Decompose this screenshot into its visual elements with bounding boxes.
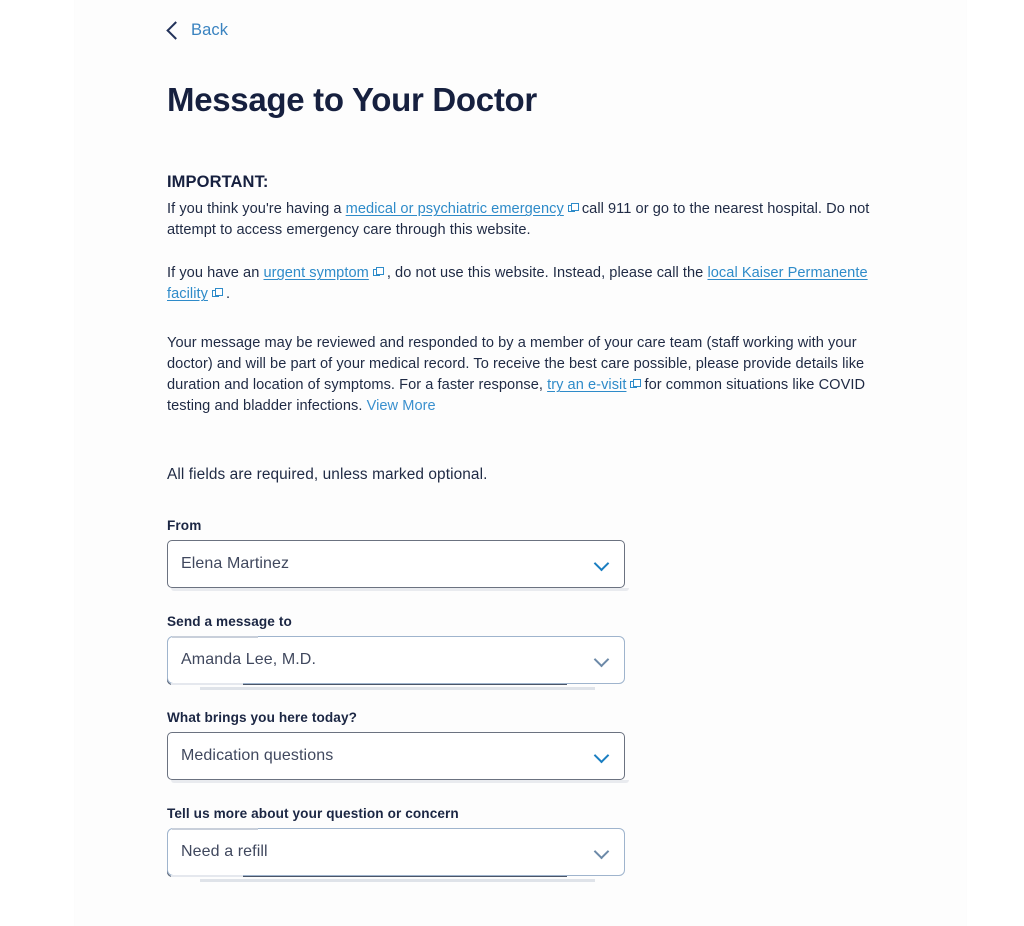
urgent-symptom-link[interactable]: urgent symptom bbox=[264, 265, 369, 281]
try-an-e-visit-link[interactable]: try an e-visit bbox=[547, 377, 626, 393]
select-wrap-reason: Medication questions bbox=[167, 732, 629, 784]
view-more-link[interactable]: View More bbox=[367, 398, 436, 414]
chevron-down-icon bbox=[595, 845, 610, 860]
from-select-value: Elena Martinez bbox=[181, 555, 290, 573]
chevron-down-icon bbox=[595, 749, 610, 764]
external-link-icon bbox=[630, 379, 642, 390]
field-label-send-a-message-to: Send a message to bbox=[167, 614, 292, 630]
recipient-select-value: Amanda Lee, M.D. bbox=[181, 651, 316, 669]
field-label-tell-us-more: Tell us more about your question or conc… bbox=[167, 806, 459, 822]
external-link-icon bbox=[372, 267, 384, 278]
back-link-label: Back bbox=[191, 21, 229, 39]
select-edge-highlight-top bbox=[172, 828, 258, 831]
detail-select[interactable]: Need a refill bbox=[167, 828, 625, 877]
reason-select[interactable]: Medication questions bbox=[167, 732, 625, 781]
medical-or-psychiatric-emergency-link[interactable]: medical or psychiatric emergency bbox=[346, 201, 564, 217]
field-label-from: From bbox=[167, 518, 202, 534]
back-link[interactable]: Back bbox=[166, 18, 230, 43]
page-title: Message to Your Doctor bbox=[167, 80, 537, 118]
external-link-icon bbox=[211, 288, 223, 299]
select-edge-highlight-top bbox=[172, 636, 258, 639]
select-wrap-recipient: Amanda Lee, M.D. bbox=[167, 636, 625, 691]
from-select[interactable]: Elena Martinez bbox=[167, 540, 625, 589]
urgent-symptom-paragraph: If you have an urgent symptom , do not us… bbox=[167, 263, 877, 305]
page-gutter-right bbox=[966, 0, 1024, 926]
external-link-icon bbox=[567, 203, 579, 214]
field-group-tell-us-more: Tell us more about your question or conc… bbox=[167, 806, 946, 883]
required-fields-note: All fields are required, unless marked o… bbox=[167, 466, 488, 484]
emergency-paragraph: If you think you're having a medical or … bbox=[167, 199, 877, 241]
important-heading: IMPORTANT: bbox=[167, 173, 269, 192]
recipient-select[interactable]: Amanda Lee, M.D. bbox=[167, 636, 625, 685]
urgent-text-between: , do not use this website. Instead, plea… bbox=[386, 265, 708, 282]
select-shadow bbox=[171, 588, 629, 592]
urgent-text-before: If you have an bbox=[167, 265, 264, 282]
care-team-paragraph: Your message may be reviewed and respond… bbox=[167, 333, 879, 417]
select-shadow bbox=[200, 687, 595, 691]
reason-select-value: Medication questions bbox=[181, 747, 334, 765]
chevron-down-icon bbox=[595, 557, 610, 572]
field-group-what-brings-you-here-today: What brings you here today? Medication q… bbox=[167, 710, 946, 784]
select-edge-highlight-bottom bbox=[171, 875, 243, 878]
select-wrap-detail: Need a refill bbox=[167, 828, 625, 883]
page-gutter-left bbox=[0, 0, 75, 926]
chevron-down-icon bbox=[595, 653, 610, 668]
page-content: Back Message to Your Doctor IMPORTANT: I… bbox=[75, 0, 966, 926]
detail-select-value: Need a refill bbox=[181, 843, 268, 861]
chevron-left-icon bbox=[166, 21, 185, 40]
select-shadow bbox=[200, 879, 595, 883]
field-label-what-brings-you-here-today: What brings you here today? bbox=[167, 710, 358, 726]
select-wrap-from: Elena Martinez bbox=[167, 540, 629, 592]
field-group-from: From Elena Martinez bbox=[167, 518, 946, 592]
urgent-text-after: . bbox=[225, 286, 231, 303]
emergency-text-before: If you think you're having a bbox=[167, 201, 346, 218]
select-edge-highlight-bottom bbox=[171, 683, 243, 686]
select-shadow bbox=[171, 780, 629, 784]
message-form: From Elena Martinez Send a message to Am… bbox=[167, 518, 946, 883]
field-group-send-a-message-to: Send a message to Amanda Lee, M.D. bbox=[167, 614, 946, 691]
